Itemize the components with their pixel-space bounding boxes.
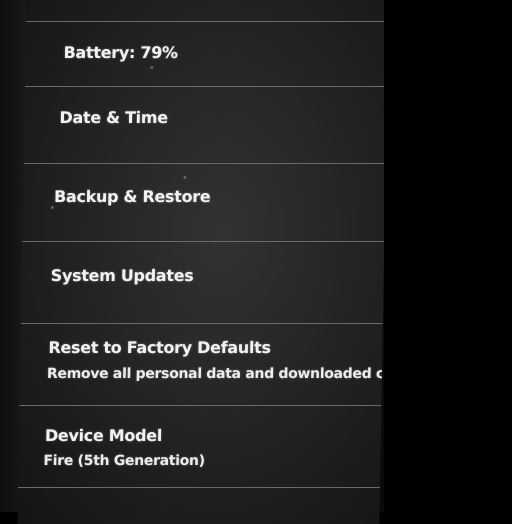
factory-reset-row[interactable]: Reset to Factory Defaults Remove all per… [19,324,389,406]
backup-restore-label: Backup & Restore [53,187,211,206]
date-time-row[interactable]: Date & Time [23,87,388,164]
battery-status-label: Battery: 79% [63,43,178,62]
device-model-value: Fire (5th Generation) [43,453,205,469]
battery-row[interactable]: Battery: 79% [25,22,389,87]
device-frame: Battery: 79% Date & Time Backup & Restor… [0,0,512,524]
system-updates-row[interactable]: System Updates [20,242,385,324]
backup-restore-row[interactable]: Backup & Restore [22,164,386,242]
factory-reset-label: Reset to Factory Defaults [48,338,271,357]
system-updates-label: System Updates [50,266,194,285]
screen-dust-speck [50,206,54,209]
device-screen: Battery: 79% Date & Time Backup & Restor… [17,0,389,524]
device-model-label: Device Model [44,426,163,445]
device-model-row: Device Model Fire (5th Generation) [18,406,382,488]
date-time-label: Date & Time [59,108,168,127]
factory-reset-description: Remove all personal data and downloaded … [46,366,389,382]
top-divider-row [26,0,389,22]
tablet-bezel-right [384,0,512,512]
